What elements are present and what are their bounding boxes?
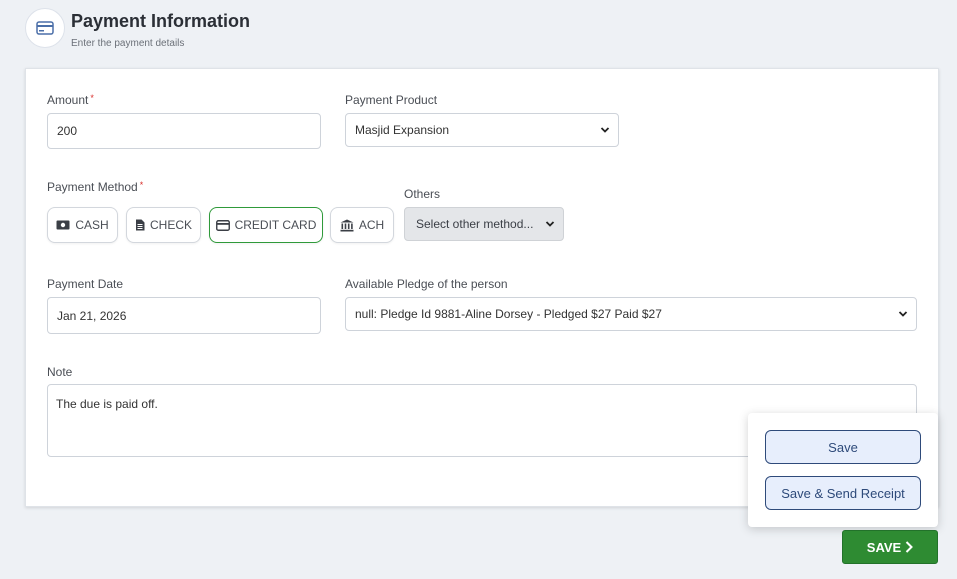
- method-check-button[interactable]: CHECK: [126, 207, 201, 243]
- cash-icon: [56, 220, 70, 230]
- check-document-icon: [135, 219, 145, 231]
- method-cash-button[interactable]: CASH: [47, 207, 118, 243]
- payment-method-label: Payment Method *: [47, 180, 144, 194]
- others-method-value: Select other method...: [416, 217, 534, 231]
- amount-label: Amount *: [47, 93, 94, 107]
- save-and-send-receipt-button[interactable]: Save & Send Receipt: [765, 476, 921, 510]
- credit-card-icon: [215, 219, 230, 231]
- chevron-down-icon: [600, 127, 610, 133]
- pledge-label: Available Pledge of the person: [345, 277, 508, 291]
- payment-product-label: Payment Product: [345, 93, 438, 107]
- save-options-popup: Save Save & Send Receipt: [748, 413, 938, 527]
- chevron-down-icon: [898, 311, 908, 317]
- pledge-select[interactable]: null: Pledge Id 9881-Aline Dorsey - Pled…: [345, 297, 917, 331]
- payment-product-value: Masjid Expansion: [355, 123, 450, 137]
- others-label: Others: [404, 187, 441, 201]
- page-title: Payment Information: [71, 11, 251, 31]
- chevron-down-icon: [545, 221, 555, 227]
- amount-input[interactable]: 200: [47, 113, 321, 149]
- payment-product-select[interactable]: Masjid Expansion: [345, 113, 619, 147]
- save-main-button[interactable]: SAVE: [842, 530, 938, 564]
- pledge-value: null: Pledge Id 9881-Aline Dorsey - Pled…: [355, 307, 662, 321]
- bank-icon: [340, 219, 354, 231]
- credit-card-icon: [25, 8, 65, 48]
- note-label: Note: [47, 365, 73, 379]
- payment-date-input[interactable]: Jan 21, 2026: [47, 297, 321, 334]
- chevron-right-icon: [906, 541, 914, 553]
- method-ach-button[interactable]: ACH: [330, 207, 394, 243]
- page-header: Payment Information Enter the payment de…: [25, 8, 250, 49]
- others-method-select[interactable]: Select other method...: [404, 207, 564, 241]
- page-subtitle: Enter the payment details: [71, 38, 185, 49]
- save-button[interactable]: Save: [765, 430, 921, 464]
- payment-date-label: Payment Date: [47, 277, 124, 291]
- method-credit-card-button[interactable]: CREDIT CARD: [209, 207, 323, 243]
